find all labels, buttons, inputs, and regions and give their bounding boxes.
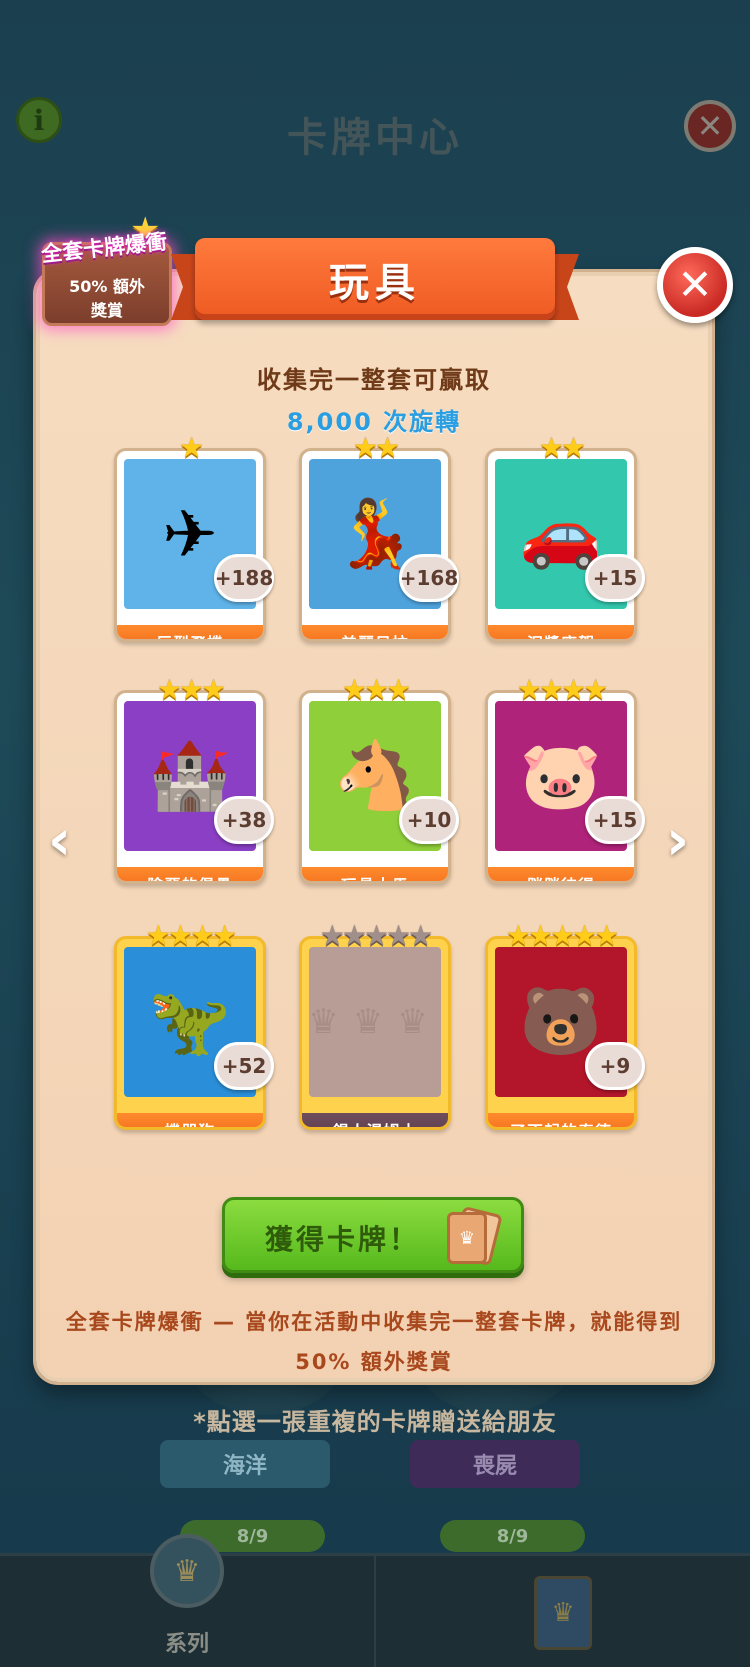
duplicate-count-badge: +15 [585,554,645,602]
star-rating-icon: ★★ [538,431,586,464]
badge-line2: 獎賞 [90,301,123,320]
get-cards-label: 獲得卡牌！ [265,1223,421,1256]
card-item[interactable]: ♛♛♛♛♛♛♛♛♛ 錫人湯姆士 ★★★★★ [296,920,454,1138]
card-frame: 💃美麗貝拉 [299,448,451,642]
modal-title: 玩具 [329,260,421,306]
card-name: 錫人湯姆士 [302,1113,448,1127]
card-name: 了不起的泰德 [488,1113,634,1127]
star-rating-icon: ★ [178,431,204,464]
star-rating-icon: ★★ [352,431,400,464]
locked-card-art: ♛♛♛♛♛♛♛♛♛ [309,947,441,1097]
card-name: 玩具木馬 [302,867,448,881]
card-name: 巨型飛機 [117,625,263,639]
card-item[interactable]: 🚗泥漿座駕+15 ★★ [482,431,645,650]
cards-icon: ♛♛ [443,1205,503,1268]
title-ribbon: 玩具 [171,228,579,330]
footer-line2: 50% 額外獎賞 [295,1350,453,1374]
star-rating-icon: ★★★★★ [505,919,620,952]
card-frame: 🐷胖胖彼得 [485,690,637,884]
card-frame: 🐻了不起的泰德 [485,936,637,1130]
set-banner-zombie[interactable]: 喪屍 [410,1440,580,1488]
card-name: 胖胖彼得 [488,867,634,881]
bottom-tab-bar: ♛ 系列 ♛ [0,1534,750,1667]
card-frame: 🏰險惡的堡壘 [114,690,266,884]
close-icon: ✕ [677,260,713,309]
card-frame: 🦖機器狗 [114,936,266,1130]
footer-line1: 全套卡牌爆衝 — 當你在活動中收集完一整套卡牌，就能得到 [65,1310,683,1334]
duplicate-count-badge: +188 [214,554,274,602]
close-button[interactable]: ✕ [657,247,733,323]
card-item[interactable]: 🐴玩具木馬+10 ★★★ [296,673,459,892]
card-frame: ✈巨型飛機 [114,448,266,642]
next-set-arrow-icon[interactable]: › [666,808,689,873]
star-rating-icon: ★★★★ [516,673,608,706]
card-item[interactable]: ✈巨型飛機+188 ★ [111,431,274,650]
star-rating-icon: ★★★★ [145,919,237,952]
card-item[interactable]: 🏰險惡的堡壘+38 ★★★ [111,673,274,892]
card-name: 機器狗 [117,1113,263,1127]
card-item[interactable]: 🐷胖胖彼得+15 ★★★★ [482,673,645,892]
prev-set-arrow-icon[interactable]: ‹ [48,808,71,873]
card-name: 美麗貝拉 [302,625,448,639]
badge-subtitle: 50% 額外 獎賞 [42,275,172,323]
card-name: 險惡的堡壘 [117,867,263,881]
tab-album[interactable]: ♛ [376,1556,750,1667]
duplicate-count-badge: +9 [585,1042,645,1090]
duplicate-count-badge: +52 [214,1042,274,1090]
card-item[interactable]: 💃美麗貝拉+168 ★★ [296,431,459,650]
card-item[interactable]: 🐻了不起的泰德+9 ★★★★★ [482,919,645,1138]
badge-line1: 50% 額外 [69,277,145,296]
set-banner-ocean[interactable]: 海洋 [160,1440,330,1488]
duplicate-count-badge: +168 [399,554,459,602]
duplicate-count-badge: +10 [399,796,459,844]
book-icon: ♛ [534,1576,592,1650]
full-set-boost-description: 全套卡牌爆衝 — 當你在活動中收集完一整套卡牌，就能得到 50% 額外獎賞 [60,1302,688,1382]
tab-series-label: 系列 [164,1632,209,1657]
tab-series[interactable]: ♛ 系列 [0,1534,376,1667]
card-frame: 🚗泥漿座駕 [485,448,637,642]
close-icon[interactable]: ✕ [684,100,736,152]
page-title: 卡牌中心 [287,115,463,161]
crown-icon: ♛ [150,1534,224,1608]
star-rating-icon: ★★★ [156,673,226,706]
gift-note: *點選一張重複的卡牌贈送給朋友 [193,1408,557,1436]
star-rating-icon: ★★★★★ [319,919,434,952]
get-cards-button[interactable]: 獲得卡牌！ ♛♛ [222,1197,524,1273]
collect-text: 收集完一整套可贏取 [257,366,491,394]
card-item[interactable]: 🦖機器狗+52 ★★★★ [111,919,274,1138]
set-progress-zombie: 8/9 [440,1520,585,1552]
duplicate-count-badge: +38 [214,796,274,844]
duplicate-count-badge: +15 [585,796,645,844]
star-rating-icon: ★★★ [341,673,411,706]
card-frame: 🐴玩具木馬 [299,690,451,884]
card-frame: ♛♛♛♛♛♛♛♛♛ 錫人湯姆士 [299,936,451,1130]
card-name: 泥漿座駕 [488,625,634,639]
full-set-boost-badge: ★ 全套卡牌爆衝 50% 額外 獎賞 [22,210,186,326]
